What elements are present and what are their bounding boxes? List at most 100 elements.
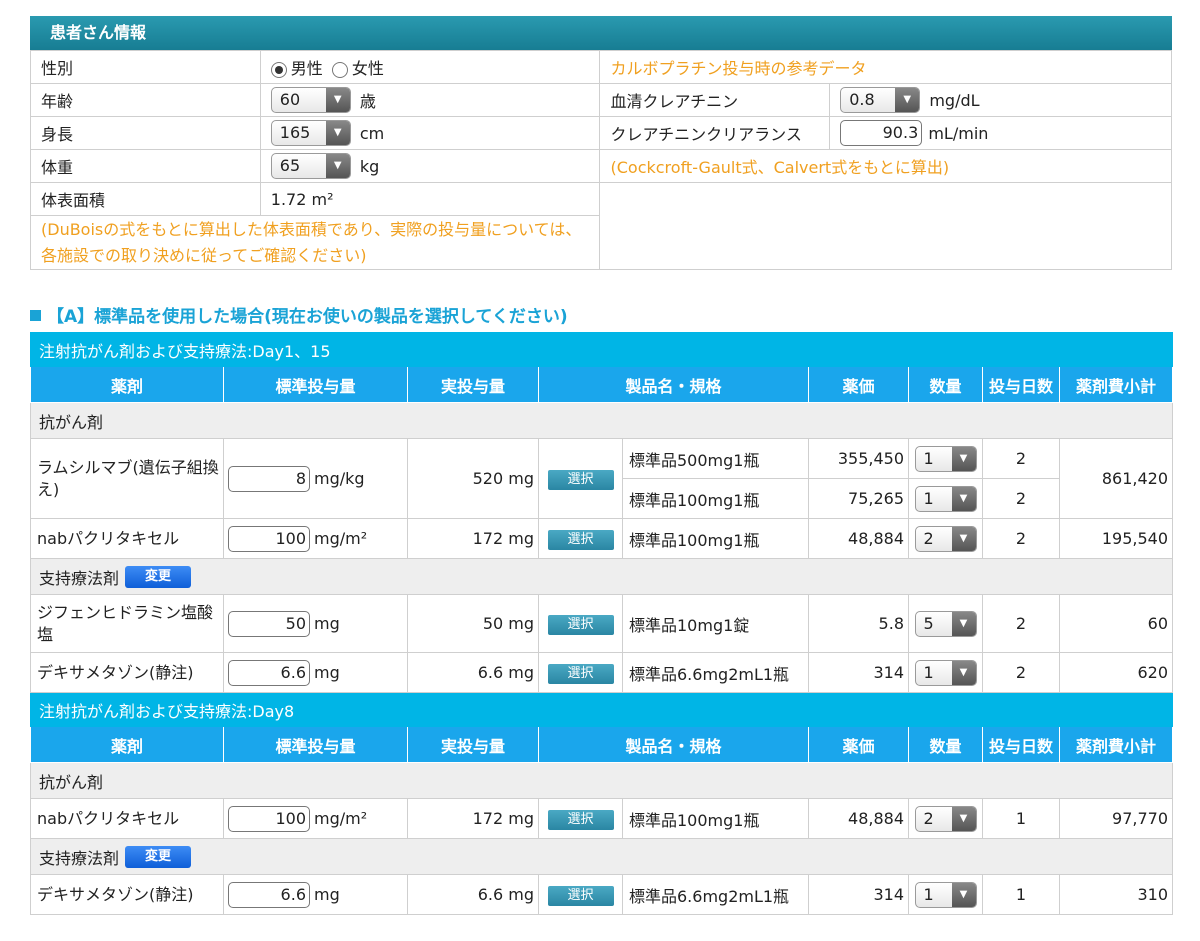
- actual-dose: 6.6 mg: [407, 652, 539, 693]
- qty-select[interactable]: 1 ▼: [914, 445, 977, 472]
- sex-label: 性別: [30, 50, 261, 84]
- std-dose-field[interactable]: 100: [228, 805, 310, 832]
- price: 355,450: [808, 438, 909, 479]
- price: 314: [808, 874, 909, 915]
- empty-cell: [599, 182, 1172, 270]
- height-value: 165: [279, 123, 311, 142]
- actual-dose: 172 mg: [407, 518, 539, 559]
- drug-name: ジフェンヒドラミン塩酸塩: [30, 594, 224, 653]
- drug-name: デキサメタゾン(静注): [30, 874, 224, 915]
- select-button[interactable]: 選択: [547, 663, 614, 684]
- col-price: 薬価: [808, 726, 909, 763]
- col-drug: 薬剤: [30, 726, 224, 763]
- day1-title: 注射抗がん剤および支持療法:Day1、15: [29, 332, 1174, 367]
- creat-value: 0.8: [849, 90, 875, 109]
- age-label: 年齢: [30, 83, 261, 117]
- price: 314: [808, 652, 909, 693]
- qty-value: 1: [923, 448, 934, 468]
- qty-value: 5: [923, 613, 934, 633]
- qty-select[interactable]: 1 ▼: [914, 881, 977, 908]
- subtotal: 60: [1058, 594, 1174, 653]
- age-select[interactable]: 60 ▼: [270, 87, 351, 113]
- std-dose-unit: mg/m²: [314, 809, 368, 828]
- std-dose-field[interactable]: 6.6: [228, 659, 310, 686]
- select-button[interactable]: 選択: [547, 529, 614, 550]
- chevron-down-icon: ▼: [325, 154, 350, 178]
- days: 1: [982, 874, 1060, 915]
- select-button[interactable]: 選択: [547, 614, 614, 635]
- qty-select[interactable]: 1 ▼: [914, 485, 977, 512]
- change-button[interactable]: 変更: [125, 565, 192, 588]
- select-button[interactable]: 選択: [547, 885, 614, 906]
- table-row: デキサメタゾン(静注) 6.6 mg 6.6 mg 選択 標準品6.6mg2mL1…: [30, 874, 1174, 915]
- qty-value: 2: [923, 808, 934, 828]
- weight-select[interactable]: 65 ▼: [270, 153, 351, 179]
- table-row: nabパクリタキセル 100 mg/m² 172 mg 選択 標準品100mg1瓶…: [30, 518, 1174, 559]
- chevron-down-icon: ▼: [951, 611, 976, 636]
- change-button[interactable]: 変更: [125, 845, 192, 868]
- product-name: 標準品6.6mg2mL1瓶: [622, 874, 809, 915]
- days: 2: [982, 652, 1060, 693]
- height-select[interactable]: 165 ▼: [270, 120, 351, 146]
- patient-info-table: 性別 男性 女性 カルボプラチン投与時の参考データ 年齢 60 ▼ 歳 血清クレア…: [29, 50, 1172, 270]
- table-row: ジフェンヒドラミン塩酸塩 50 mg 50 mg 選択 標準品10mg1錠 5.8…: [30, 594, 1174, 653]
- chevron-down-icon: ▼: [951, 486, 976, 511]
- col-actual-dose: 実投与量: [407, 366, 539, 403]
- ccr-note: (Cockcroft-Gault式、Calvert式をもとに算出): [599, 149, 1172, 183]
- category-anticancer: 抗がん剤: [29, 402, 1174, 439]
- col-std-dose: 標準投与量: [223, 366, 408, 403]
- category-support: 支持療法剤 変更: [29, 558, 1174, 595]
- qty-select[interactable]: 1 ▼: [914, 659, 977, 686]
- std-dose-field[interactable]: 8: [228, 465, 310, 492]
- product-name: 標準品500mg1瓶: [622, 438, 809, 479]
- select-button[interactable]: 選択: [547, 469, 614, 490]
- chevron-down-icon: ▼: [951, 446, 976, 471]
- chevron-down-icon: ▼: [951, 882, 976, 907]
- std-dose-field[interactable]: 6.6: [228, 881, 310, 908]
- creat-unit: mg/dL: [929, 90, 980, 110]
- price: 75,265: [808, 478, 909, 519]
- table-row: nabパクリタキセル 100 mg/m² 172 mg 選択 標準品100mg1瓶…: [30, 798, 1174, 839]
- col-qty: 数量: [908, 726, 983, 763]
- qty-select[interactable]: 5 ▼: [914, 610, 977, 637]
- square-icon: [30, 310, 41, 321]
- ccr-field[interactable]: 90.3: [840, 120, 923, 146]
- std-dose-field[interactable]: 100: [228, 525, 310, 552]
- std-dose-unit: mg/kg: [314, 469, 365, 488]
- qty-value: 1: [923, 884, 934, 904]
- select-button[interactable]: 選択: [547, 809, 614, 830]
- weight-value: 65: [279, 156, 301, 175]
- price: 48,884: [808, 518, 909, 559]
- product-name: 標準品100mg1瓶: [622, 478, 809, 519]
- days: 1: [982, 798, 1060, 839]
- sex-radios: 男性 女性: [259, 50, 601, 84]
- qty-value: 1: [923, 488, 934, 508]
- table-row: ラムシルマブ(遺伝子組換え) 8 mg/kg 520 mg 選択 標準品500mg…: [30, 438, 1174, 519]
- std-dose-field[interactable]: 50: [228, 610, 310, 637]
- ccr-label: クレアチニンクリアランス: [599, 116, 831, 150]
- col-std-dose: 標準投与量: [223, 726, 408, 763]
- days: 2: [982, 478, 1060, 519]
- actual-dose: 6.6 mg: [407, 874, 539, 915]
- bsa-note-line2: 各施設での取り決めに従ってご確認ください): [41, 245, 367, 265]
- height-unit: cm: [359, 123, 385, 143]
- qty-value: 2: [923, 528, 934, 548]
- creat-select[interactable]: 0.8 ▼: [840, 87, 921, 113]
- drug-name: nabパクリタキセル: [30, 518, 224, 559]
- product-name: 標準品10mg1錠: [622, 594, 809, 653]
- subtotal: 97,770: [1058, 798, 1174, 839]
- table-row: デキサメタゾン(静注) 6.6 mg 6.6 mg 選択 標準品6.6mg2mL1…: [30, 652, 1174, 693]
- section-a-title-text: 【A】標準品を使用した場合(現在お使いの製品を選択してください): [47, 307, 568, 327]
- height-label: 身長: [30, 116, 261, 150]
- qty-select[interactable]: 2 ▼: [914, 805, 977, 832]
- radio-male[interactable]: [270, 61, 287, 78]
- days: 2: [982, 518, 1060, 559]
- std-dose-unit: mg/m²: [314, 529, 368, 548]
- col-product: 製品名・規格: [538, 726, 809, 763]
- qty-select[interactable]: 2 ▼: [914, 525, 977, 552]
- radio-female-label: 女性: [351, 59, 384, 78]
- col-days: 投与日数: [982, 366, 1060, 403]
- qty-value: 1: [923, 662, 934, 682]
- chevron-down-icon: ▼: [325, 88, 350, 112]
- radio-female[interactable]: [331, 61, 348, 78]
